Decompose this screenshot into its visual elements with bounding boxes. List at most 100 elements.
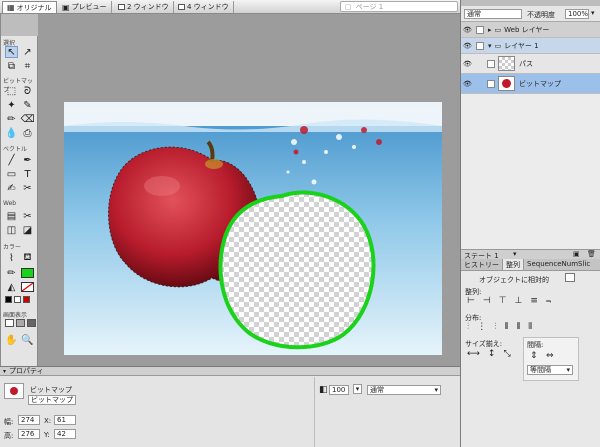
- stroke-pencil-icon: ✏: [7, 267, 16, 279]
- hand-tool[interactable]: ✋: [5, 334, 18, 346]
- swap-colors-icon[interactable]: [23, 296, 30, 303]
- show-slices-icon[interactable]: ◪: [21, 224, 34, 236]
- rectangle-tool[interactable]: ▭: [5, 168, 18, 180]
- subselect-tool[interactable]: ↗: [21, 46, 34, 58]
- distribute-right-icon[interactable]: ⫴: [528, 322, 532, 332]
- space-horizontal-icon[interactable]: ⇔: [546, 351, 554, 361]
- y-field[interactable]: 42: [54, 429, 76, 439]
- lock-checkbox[interactable]: [487, 79, 495, 88]
- knife-tool[interactable]: ✂: [21, 182, 34, 194]
- paint-bucket-tool[interactable]: ⛾: [21, 252, 34, 264]
- lasso-tool[interactable]: ᘐ: [21, 85, 34, 97]
- opacity-dropdown-icon[interactable]: ▾: [353, 384, 362, 394]
- object-preview: [4, 383, 24, 399]
- bitmap-layer-row[interactable]: 👁 ビットマップ: [461, 74, 600, 94]
- lock-checkbox[interactable]: [476, 25, 484, 34]
- relative-to-object-toggle[interactable]: [565, 273, 575, 282]
- page-selector[interactable]: ▢ ページ 1: [340, 1, 458, 12]
- eraser-tool[interactable]: ⌫: [20, 113, 34, 125]
- standard-screen-icon[interactable]: [5, 319, 14, 327]
- align-buttons: ⊢ ⊣ ⊤ ⊥ ≡ ⫬: [467, 296, 551, 306]
- object-name-field[interactable]: ビットマップ: [28, 395, 76, 405]
- spacing-box: 間隔: ⇕ ⇔ 等間隔 ▾: [523, 337, 579, 381]
- layer1-row[interactable]: 👁 ▾ ▭ レイヤー 1: [461, 38, 600, 54]
- text-tool[interactable]: T: [21, 168, 34, 180]
- new-layer-icon[interactable]: ▣: [573, 250, 580, 258]
- opacity-field[interactable]: 100: [329, 385, 349, 395]
- eye-icon[interactable]: 👁: [463, 42, 473, 50]
- zoom-tool[interactable]: 🔍: [21, 334, 34, 346]
- eye-icon[interactable]: 👁: [463, 26, 473, 34]
- height-field[interactable]: 276: [18, 429, 40, 439]
- path-thumbnail: [498, 56, 515, 71]
- rubber-stamp-tool[interactable]: ⎙: [21, 127, 34, 139]
- opacity-dropdown-icon[interactable]: ▾: [591, 9, 595, 17]
- freeform-tool[interactable]: ✍: [5, 182, 18, 194]
- properties-panel: ▾ プロパティ ビットマップ ビットマップ 幅: 274 X: 61 高: 27…: [0, 366, 460, 447]
- tab-history[interactable]: ヒストリー: [461, 259, 503, 270]
- magic-wand-tool[interactable]: ✦: [5, 99, 18, 111]
- align-bottom-icon[interactable]: ⫬: [546, 296, 551, 306]
- full-screen-menu-icon[interactable]: [16, 319, 25, 327]
- pen-tool[interactable]: ✒: [21, 154, 34, 166]
- space-vertical-icon[interactable]: ⇕: [530, 351, 538, 361]
- chevron-down-icon: ▾: [434, 386, 438, 394]
- web-layer-row[interactable]: 👁 ▸ ▭ Web レイヤー: [461, 22, 600, 38]
- tab-align[interactable]: 整列: [503, 259, 524, 270]
- align-hcenter-icon[interactable]: ⊣: [483, 296, 491, 306]
- stroke-color-swatch[interactable]: [21, 268, 34, 278]
- align-top-icon[interactable]: ⊥: [515, 296, 523, 306]
- distribute-left-icon[interactable]: ⫴: [505, 322, 509, 332]
- hide-slices-icon[interactable]: ◫: [5, 224, 18, 236]
- tab-two-window[interactable]: 2 ウィンドウ: [114, 1, 174, 13]
- document-canvas[interactable]: [64, 102, 442, 355]
- expand-icon[interactable]: ▸: [488, 26, 492, 34]
- blend-mode-field[interactable]: 通常 ▾: [367, 385, 441, 395]
- eye-icon[interactable]: 👁: [463, 80, 473, 88]
- eye-icon[interactable]: 👁: [463, 60, 473, 68]
- distribute-bottom-icon[interactable]: ⫶: [494, 322, 496, 332]
- blend-mode-select[interactable]: 通常: [464, 9, 522, 19]
- state-dropdown-icon[interactable]: ▾: [513, 250, 517, 258]
- x-field[interactable]: 61: [54, 415, 76, 425]
- tab-four-window[interactable]: 4 ウィンドウ: [174, 1, 234, 13]
- width-field[interactable]: 274: [18, 415, 40, 425]
- hotspot-tool[interactable]: ▤: [5, 210, 18, 222]
- scale-tool[interactable]: ⧉: [5, 60, 18, 72]
- tab-original[interactable]: ▦ オリジナル: [2, 1, 57, 13]
- path-layer-row[interactable]: 👁 パス: [461, 54, 600, 74]
- full-screen-icon[interactable]: [27, 319, 36, 327]
- folder-icon: ▭: [494, 25, 502, 34]
- eyedropper-tool[interactable]: ⌇: [5, 252, 18, 264]
- pointer-tool[interactable]: ↖: [5, 46, 18, 58]
- fill-color-swatch[interactable]: [21, 282, 34, 292]
- pencil-tool[interactable]: ✏: [5, 113, 18, 125]
- no-color-icon[interactable]: [14, 296, 21, 303]
- match-width-icon[interactable]: ⟷: [467, 349, 480, 359]
- slice-tool[interactable]: ✂: [21, 210, 34, 222]
- properties-header[interactable]: ▾ プロパティ: [0, 367, 460, 376]
- crop-tool[interactable]: ⌗: [21, 60, 34, 72]
- match-height-icon[interactable]: ↕: [488, 349, 496, 359]
- blur-tool[interactable]: 💧: [5, 127, 18, 139]
- tab-preview[interactable]: ▣ プレビュー: [58, 1, 112, 13]
- match-both-icon[interactable]: ⤡: [503, 349, 510, 359]
- lock-checkbox[interactable]: [487, 59, 495, 68]
- distribute-vcenter-icon[interactable]: ⋮: [477, 322, 486, 332]
- lock-checkbox[interactable]: [476, 41, 484, 50]
- brush-tool[interactable]: ✎: [21, 99, 34, 111]
- line-tool[interactable]: ╱: [5, 154, 18, 166]
- align-left-icon[interactable]: ⊢: [467, 296, 475, 306]
- trash-icon[interactable]: 🗑: [587, 250, 596, 258]
- collapse-icon[interactable]: ▾: [488, 42, 492, 50]
- tab-slices[interactable]: SequenceNumSlic: [524, 259, 593, 270]
- two-window-icon: [118, 4, 125, 10]
- distribute-hcenter-icon[interactable]: ⦀: [516, 322, 520, 332]
- default-colors-icon[interactable]: [5, 296, 12, 303]
- opacity-input[interactable]: 100%: [565, 9, 589, 19]
- align-right-icon[interactable]: ⊤: [499, 296, 507, 306]
- distribute-top-icon[interactable]: ⫶: [467, 322, 469, 332]
- marquee-tool[interactable]: ⬚: [5, 85, 18, 97]
- align-vcenter-icon[interactable]: ≡: [530, 296, 538, 306]
- spacing-select[interactable]: 等間隔 ▾: [527, 365, 573, 375]
